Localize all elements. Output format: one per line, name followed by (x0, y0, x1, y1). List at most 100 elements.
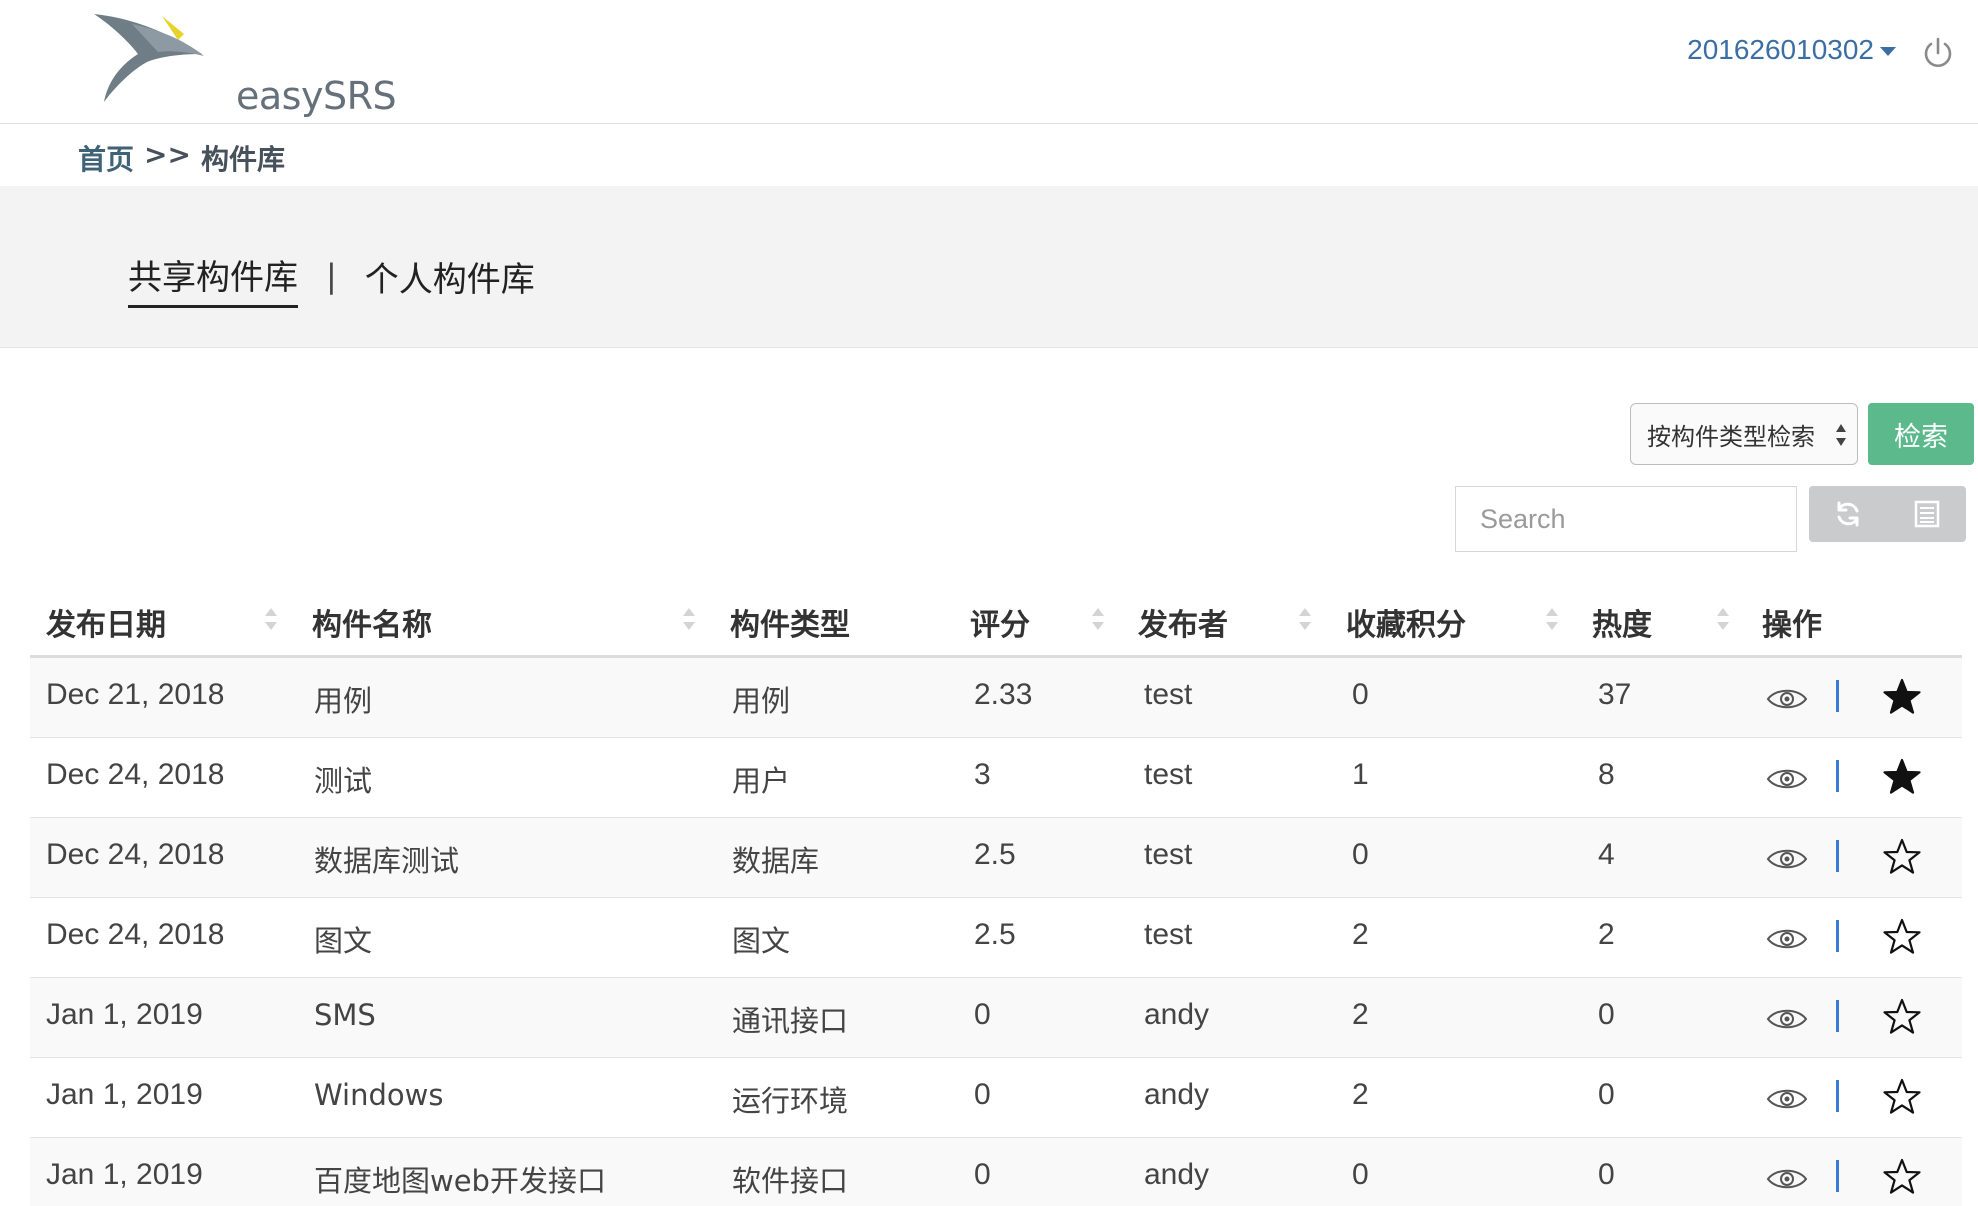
sort-icon[interactable] (264, 604, 278, 634)
action-separator (1836, 680, 1839, 712)
cell-component-type: 运行环境 (732, 1084, 849, 1118)
cell-date: Dec 24, 2018 (46, 758, 225, 791)
breadcrumb: 首页 >> 构件库 (78, 138, 285, 178)
column-header-score[interactable]: 评分 (970, 600, 1030, 644)
columns-button[interactable] (1888, 486, 1967, 542)
cell-component-type: 图文 (732, 924, 791, 958)
cell-publisher: andy (1144, 1078, 1210, 1111)
search-input[interactable] (1455, 486, 1797, 552)
sort-icon[interactable] (1091, 604, 1105, 634)
cell-heat: 0 (1598, 998, 1615, 1031)
star-icon[interactable] (1882, 1078, 1922, 1116)
type-select-value: 按构件类型检索 (1647, 422, 1815, 451)
column-header-name[interactable]: 构件名称 (312, 600, 432, 644)
star-icon[interactable] (1882, 678, 1922, 716)
cell-score: 0 (974, 1158, 991, 1191)
cell-heat: 2 (1598, 918, 1615, 951)
cell-component-type: 通讯接口 (732, 1004, 849, 1038)
action-separator (1836, 1160, 1839, 1192)
tab-shared-library[interactable]: 共享构件库 (128, 250, 298, 308)
star-icon[interactable] (1882, 918, 1922, 956)
eye-icon[interactable] (1766, 926, 1808, 952)
cell-score: 3 (974, 758, 991, 791)
table-toolbar (1809, 486, 1966, 542)
search-button[interactable]: 检索 (1868, 403, 1974, 465)
sort-icon[interactable] (1716, 604, 1730, 634)
cell-component-name: 用例 (314, 684, 373, 718)
breadcrumb-home-link[interactable]: 首页 (78, 138, 134, 178)
column-header-points[interactable]: 收藏积分 (1346, 600, 1466, 644)
columns-icon (1914, 500, 1939, 528)
eye-icon[interactable] (1766, 1166, 1808, 1192)
table-row: Jan 1, 2019 Windows 运行环境 0 andy 2 0 (30, 1058, 1962, 1138)
cell-favorite-points: 2 (1352, 918, 1369, 951)
column-header-type[interactable]: 构件类型 (730, 600, 850, 644)
table-header: 发布日期 构件名称 构件类型 评分 发布者 收藏积分 热度 操作 (30, 578, 1962, 658)
star-icon[interactable] (1882, 1158, 1922, 1196)
component-table: 发布日期 构件名称 构件类型 评分 发布者 收藏积分 热度 操作 Dec 21,… (30, 578, 1962, 1206)
username-label: 201626010302 (1687, 34, 1874, 65)
action-separator (1836, 920, 1839, 952)
action-separator (1836, 1080, 1839, 1112)
cell-heat: 0 (1598, 1158, 1615, 1191)
caret-down-icon (1880, 47, 1896, 56)
cell-publisher: test (1144, 678, 1193, 711)
cell-publisher: andy (1144, 998, 1210, 1031)
table-body: Dec 21, 2018 用例 用例 2.33 test 0 37 Dec 24, 2018 测… (30, 658, 1962, 1206)
cell-favorite-points: 2 (1352, 1078, 1369, 1111)
column-header-actions: 操作 (1762, 608, 1822, 643)
cell-date: Jan 1, 2019 (46, 1078, 203, 1111)
user-menu[interactable]: 201626010302 (1687, 34, 1896, 66)
cell-favorite-points: 0 (1352, 838, 1369, 871)
power-icon[interactable] (1920, 36, 1956, 72)
eye-icon[interactable] (1766, 1086, 1808, 1112)
cell-date: Dec 24, 2018 (46, 838, 225, 871)
eye-icon[interactable] (1766, 766, 1808, 792)
cell-score: 2.5 (974, 918, 1016, 951)
column-header-publisher[interactable]: 发布者 (1138, 600, 1228, 644)
cell-component-type: 用例 (732, 684, 791, 718)
select-arrows-icon (1836, 424, 1846, 446)
cell-date: Jan 1, 2019 (46, 998, 203, 1031)
cell-heat: 0 (1598, 1078, 1615, 1111)
cell-heat: 37 (1598, 678, 1632, 711)
table-row: Dec 24, 2018 数据库测试 数据库 2.5 test 0 4 (30, 818, 1962, 898)
action-separator (1836, 840, 1839, 872)
cell-favorite-points: 0 (1352, 1158, 1369, 1191)
cell-publisher: test (1144, 758, 1193, 791)
cell-publisher: test (1144, 838, 1193, 871)
star-icon[interactable] (1882, 758, 1922, 796)
component-type-select[interactable]: 按构件类型检索 (1630, 403, 1858, 465)
cell-score: 0 (974, 1078, 991, 1111)
cell-component-name: SMS (314, 998, 376, 1032)
cell-component-type: 用户 (732, 764, 791, 798)
cell-date: Dec 21, 2018 (46, 678, 225, 711)
eye-icon[interactable] (1766, 846, 1808, 872)
sort-icon[interactable] (1298, 604, 1312, 634)
action-separator (1836, 760, 1839, 792)
cell-component-type: 软件接口 (732, 1164, 849, 1198)
cell-component-name: Windows (314, 1078, 444, 1112)
eye-icon[interactable] (1766, 1006, 1808, 1032)
easysrs-logo[interactable]: easySRS (92, 10, 397, 118)
library-tabs-banner: 共享构件库 | 个人构件库 (0, 186, 1978, 348)
column-header-date[interactable]: 发布日期 (46, 600, 166, 644)
tab-personal-library[interactable]: 个人构件库 (365, 252, 535, 307)
library-tabs: 共享构件库 | 个人构件库 (128, 250, 535, 308)
column-header-heat[interactable]: 热度 (1592, 600, 1652, 644)
star-icon[interactable] (1882, 838, 1922, 876)
sort-icon[interactable] (682, 604, 696, 634)
eye-icon[interactable] (1766, 686, 1808, 712)
action-separator (1836, 1000, 1839, 1032)
sort-icon[interactable] (1545, 604, 1559, 634)
refresh-button[interactable] (1809, 486, 1888, 542)
tab-separator: | (326, 257, 337, 295)
cell-favorite-points: 2 (1352, 998, 1369, 1031)
table-row: Dec 24, 2018 测试 用户 3 test 1 8 (30, 738, 1962, 818)
table-row: Jan 1, 2019 SMS 通讯接口 0 andy 2 0 (30, 978, 1962, 1058)
star-icon[interactable] (1882, 998, 1922, 1036)
cell-component-name: 测试 (314, 764, 373, 798)
table-row: Dec 21, 2018 用例 用例 2.33 test 0 37 (30, 658, 1962, 738)
cell-component-name: 图文 (314, 924, 373, 958)
cell-component-name: 百度地图web开发接口 (314, 1164, 606, 1198)
